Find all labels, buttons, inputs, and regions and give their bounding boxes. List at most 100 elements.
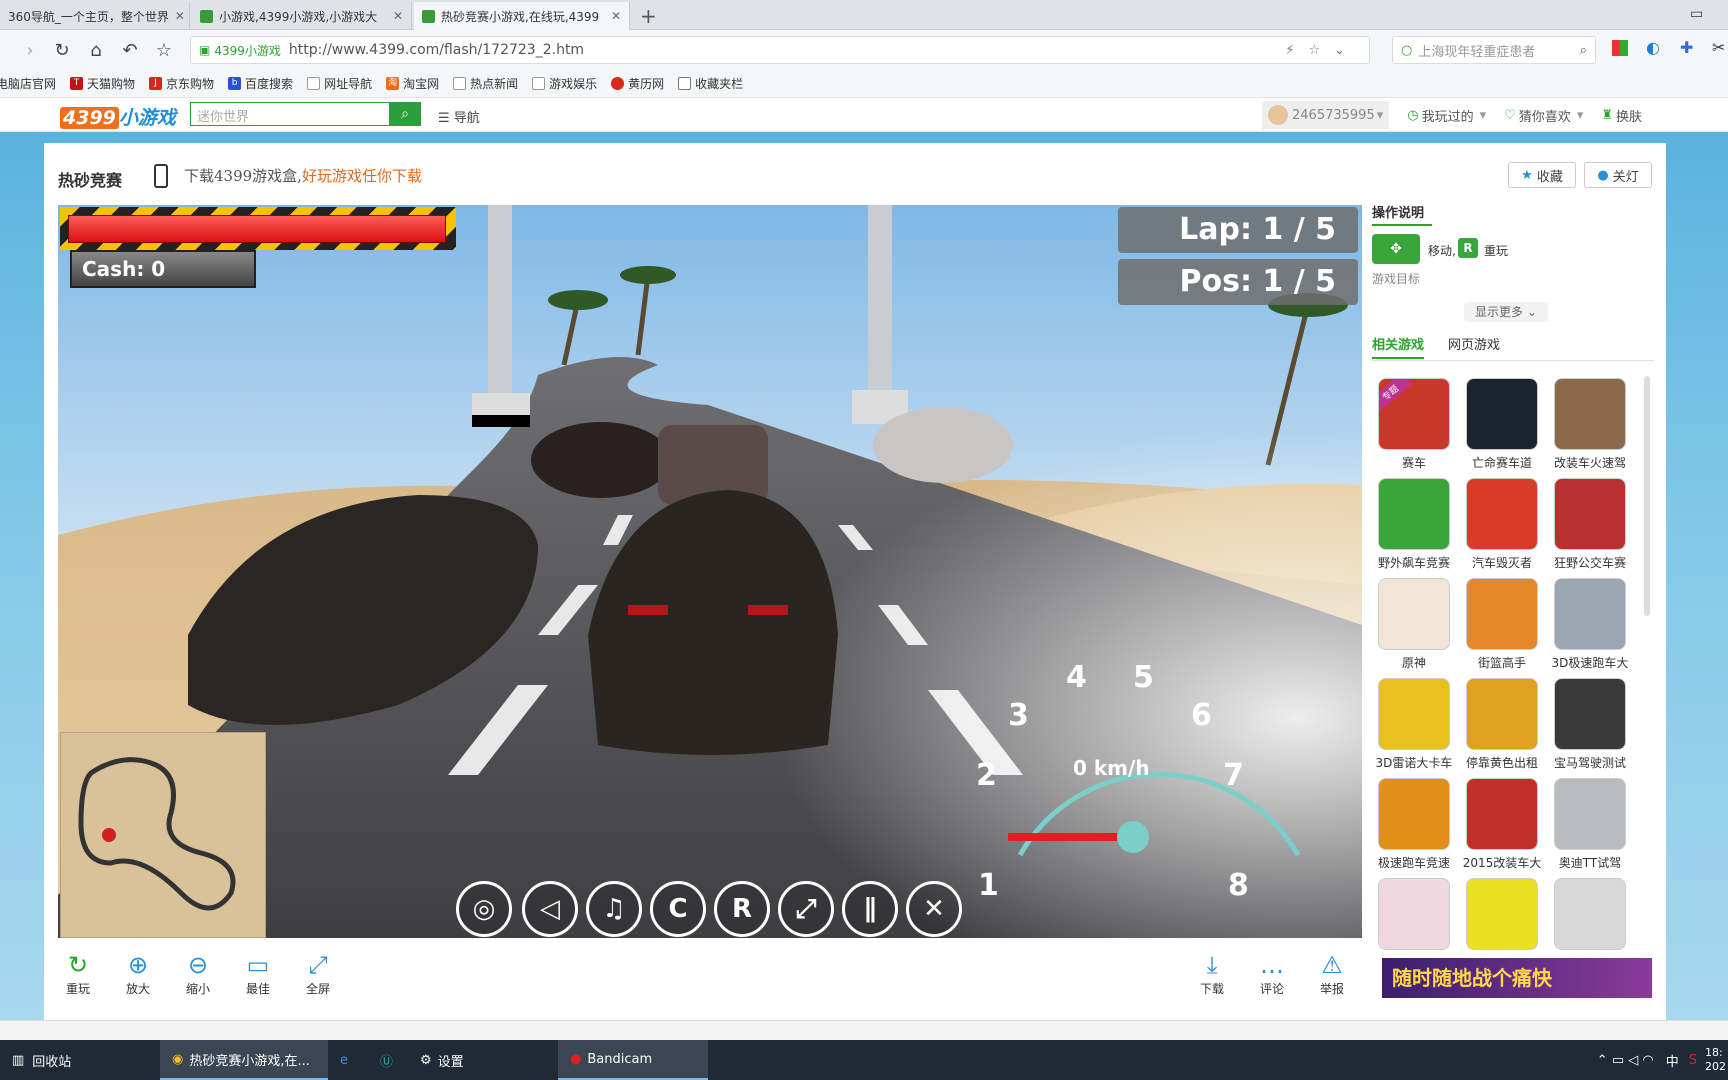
best-size-button[interactable]: ▭ 最佳 <box>234 950 282 997</box>
site-search-input[interactable]: 迷你世界 <box>190 102 390 126</box>
bookmark-item[interactable]: 网址导航 <box>307 75 372 92</box>
download-button[interactable]: ⤓ 下载 <box>1188 950 1236 997</box>
related-game-item[interactable]: 亡命赛车道 <box>1462 378 1542 471</box>
edge-icon[interactable]: e <box>328 1040 368 1080</box>
comment-icon: … <box>1260 951 1284 979</box>
taskbar-item[interactable]: ◉ 热砂竞赛小游戏,在... <box>160 1040 328 1080</box>
jd-icon: J <box>149 77 163 90</box>
taskbar-item[interactable]: ● Bandicam <box>558 1040 708 1080</box>
lights-off-button[interactable]: ● 关灯 <box>1584 162 1652 188</box>
restart-r-button[interactable]: R <box>714 881 770 937</box>
shirt-icon[interactable]: ▭ <box>1690 6 1703 22</box>
related-game-item[interactable] <box>1374 878 1454 954</box>
ad-banner[interactable]: 随时随地战个痛快 <box>1382 958 1652 998</box>
puzzle-icon[interactable]: ✚ <box>1680 38 1693 57</box>
forward-icon[interactable]: › <box>18 38 42 62</box>
favorite-button[interactable]: ★ 收藏 <box>1508 162 1576 188</box>
tab-label: 小游戏,4399小游戏,小游戏大 <box>219 9 378 24</box>
site-logo[interactable]: 4399 小游戏 <box>60 103 176 130</box>
close-icon[interactable]: ✕ <box>169 9 185 23</box>
replay-button[interactable]: ↻ 重玩 <box>54 950 102 997</box>
related-game-item[interactable]: 2015改装车大 <box>1462 778 1542 871</box>
related-game-item[interactable]: 改装车火速驾 <box>1550 378 1630 471</box>
tab-360[interactable]: 360导航_一个主页，整个世界 ✕ <box>0 2 190 30</box>
recycle-bin-icon: ▥ <box>12 1052 25 1068</box>
app-icon[interactable]: Ⓤ <box>368 1040 408 1080</box>
tool-icon[interactable]: ✂ <box>1712 38 1725 57</box>
close-game-button[interactable]: ✕ <box>906 881 962 937</box>
search-icon[interactable]: ⌕ <box>389 102 421 126</box>
apps-icon[interactable] <box>1612 40 1628 56</box>
bookmark-folder[interactable]: 收藏夹栏 <box>678 75 743 92</box>
tab-4399-home[interactable]: 小游戏,4399小游戏,小游戏大 ✕ <box>192 2 412 30</box>
close-icon[interactable]: ✕ <box>387 9 403 23</box>
extension-icon[interactable]: ◐ <box>1646 38 1660 57</box>
ime-indicator[interactable]: 中 <box>1666 1051 1679 1070</box>
close-icon[interactable]: ✕ <box>605 9 621 23</box>
app-tray-icon[interactable]: S <box>1689 1053 1697 1068</box>
gamepad-button[interactable]: ◎ <box>456 881 512 937</box>
report-button[interactable]: ⚠ 举报 <box>1308 950 1356 997</box>
fullscreen-button[interactable]: ⤢ <box>778 881 834 937</box>
related-game-item[interactable]: 停靠黄色出租 <box>1462 678 1542 771</box>
related-game-item[interactable]: 原神 <box>1374 578 1454 671</box>
new-tab-button[interactable]: + <box>640 4 657 28</box>
scrollbar[interactable] <box>1644 376 1650 616</box>
url-actions-icon[interactable]: ⚡☆⌄ <box>1285 43 1359 58</box>
related-game-item[interactable]: 街篮高手 <box>1462 578 1542 671</box>
show-more-button[interactable]: 显示更多 ⌄ <box>1464 302 1548 322</box>
tab-game[interactable]: 热砂竞赛小游戏,在线玩,4399 ✕ <box>414 2 630 30</box>
related-game-item[interactable]: 3D雷诺大卡车 <box>1374 678 1454 771</box>
related-game-item[interactable] <box>1550 878 1630 954</box>
related-game-item[interactable]: 汽车毁灭者 <box>1462 478 1542 571</box>
clock[interactable]: 18: 202 <box>1705 1046 1726 1074</box>
camera-c-button[interactable]: C <box>650 881 706 937</box>
related-game-item[interactable]: 专题 赛车 <box>1374 378 1454 471</box>
music-button[interactable]: ♫ <box>586 881 642 937</box>
reload-icon[interactable]: ↻ <box>50 38 74 62</box>
url-field[interactable]: ▣ 4399小游戏 http://www.4399.com/flash/1727… <box>190 36 1370 64</box>
taskbar-item[interactable]: ⚙ 设置 <box>408 1040 558 1080</box>
fullscreen-button[interactable]: ⤢ 全屏 <box>294 950 342 997</box>
played-menu[interactable]: ◷ 我玩过的 ▾ <box>1407 106 1486 125</box>
home-icon[interactable]: ⌂ <box>84 38 108 62</box>
game-canvas[interactable]: 1 2 3 4 5 6 7 8 0 km/h Cash: 0 Lap: 1 / … <box>58 205 1362 938</box>
game-name: 原神 <box>1401 656 1426 670</box>
search-icon[interactable]: ⌕ <box>1580 43 1587 58</box>
star-icon[interactable]: ☆ <box>152 38 176 62</box>
url-text[interactable]: http://www.4399.com/flash/172723_2.htm <box>289 42 584 58</box>
bookmark-item[interactable]: 热点新闻 <box>453 75 518 92</box>
related-game-item[interactable]: 极速跑车竞速 <box>1374 778 1454 871</box>
related-game-item[interactable]: 野外飙车竞赛 <box>1374 478 1454 571</box>
bookmark-item[interactable]: T 天猫购物 <box>70 75 135 92</box>
pause-button[interactable]: ∥ <box>842 881 898 937</box>
related-game-item[interactable]: 狂野公交车赛 <box>1550 478 1630 571</box>
related-game-item[interactable]: 宝马驾驶测试 <box>1550 678 1630 771</box>
tab-related[interactable]: 相关游戏 <box>1372 334 1425 359</box>
related-game-item[interactable] <box>1462 878 1542 954</box>
browser-search[interactable]: ○ 上海现年轻重症患者 ⌕ <box>1392 36 1596 64</box>
user-account[interactable]: 2465735995 ▾ <box>1262 101 1390 129</box>
game-name: 野外飙车竞赛 <box>1377 556 1450 570</box>
tab-web-games[interactable]: 网页游戏 <box>1448 334 1500 353</box>
skin-button[interactable]: ♜ 换肤 <box>1601 106 1642 125</box>
bookmark-item[interactable]: 电脑店官网 <box>0 75 56 92</box>
bookmark-item[interactable]: b 百度搜索 <box>228 75 293 92</box>
download-box-link[interactable]: 下载4399游戏盒,好玩游戏任你下载 <box>184 165 422 186</box>
sound-button[interactable]: ◁ <box>522 881 578 937</box>
guess-menu[interactable]: ♡ 猜你喜欢 ▾ <box>1504 106 1583 125</box>
tray-icons[interactable]: ⌃ ▭ ◁ ◠ <box>1597 1053 1654 1068</box>
comment-button[interactable]: … 评论 <box>1248 950 1296 997</box>
related-game-item[interactable]: 奥迪TT试驾 <box>1550 778 1630 871</box>
bookmark-item[interactable]: 淘淘宝网 <box>386 75 439 92</box>
bookmark-item[interactable]: J 京东购物 <box>149 75 214 92</box>
game-name: 改装车火速驾 <box>1553 456 1626 470</box>
zoom-in-button[interactable]: ⊕ 放大 <box>114 950 162 997</box>
bookmark-item[interactable]: 黄历网 <box>611 75 664 92</box>
bookmark-item[interactable]: 游戏娱乐 <box>532 75 597 92</box>
taskbar-item[interactable]: ▥ 回收站 <box>0 1040 160 1080</box>
related-game-item[interactable]: 3D极速跑车大 <box>1550 578 1630 671</box>
zoom-out-button[interactable]: ⊖ 缩小 <box>174 950 222 997</box>
nav-menu[interactable]: ☰ 导航 <box>438 107 480 126</box>
undo-icon[interactable]: ↶ <box>118 38 142 62</box>
